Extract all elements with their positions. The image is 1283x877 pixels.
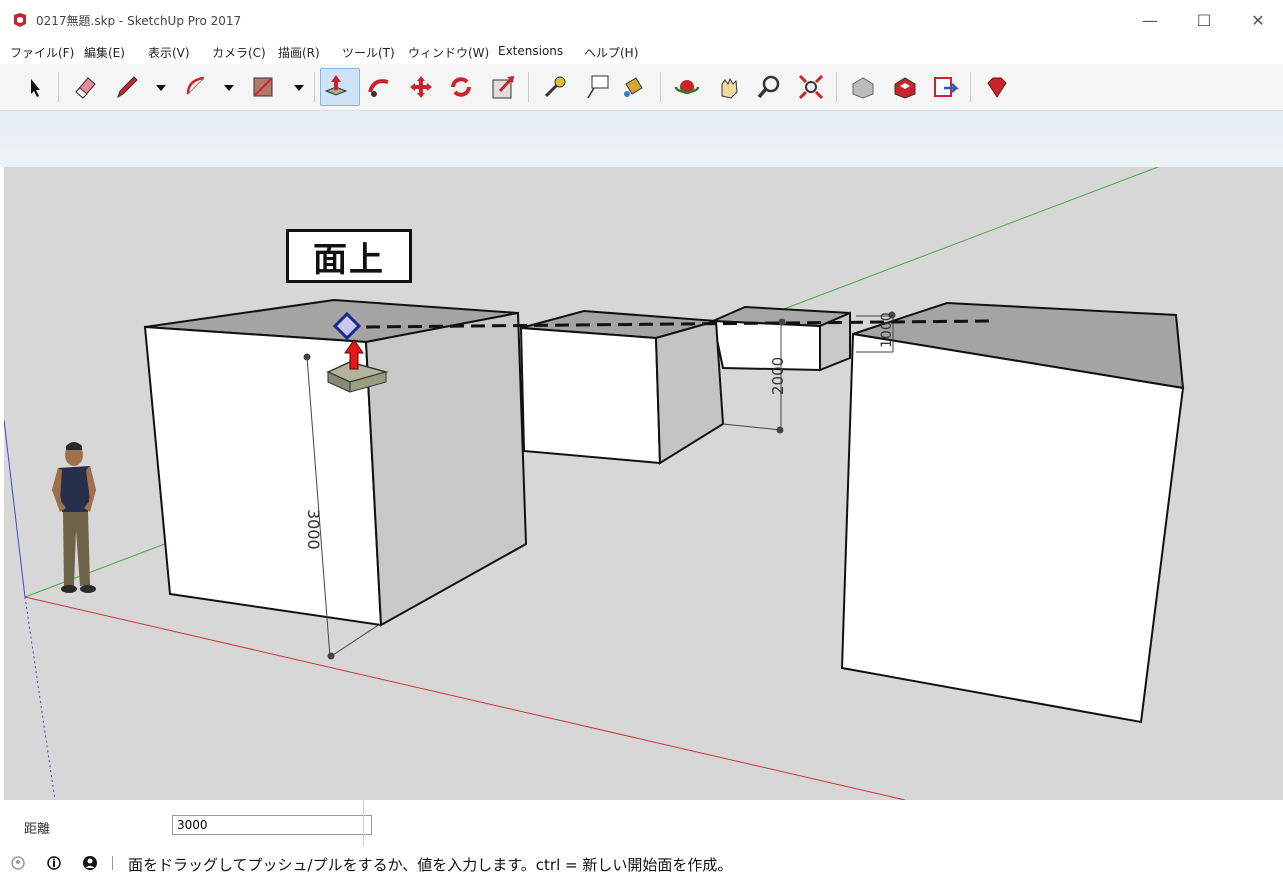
measurements-box: 距離 3000	[4, 800, 1283, 850]
inference-tooltip: 面上	[286, 229, 412, 283]
minimize-icon: —	[1142, 10, 1158, 30]
follow-me-tool-button[interactable]	[364, 72, 394, 102]
rectangle-tool-button[interactable]	[248, 72, 278, 102]
toolbar-separator	[528, 72, 529, 102]
viewport-canvas: 3000 2000 1000	[4, 167, 1185, 800]
title-bar: 0217無題.skp - SketchUp Pro 2017 — ☐ ✕	[0, 0, 1283, 40]
sketchup-app-icon	[14, 13, 26, 27]
toolbar	[0, 64, 1283, 111]
red-axis	[24, 596, 906, 800]
dimension-label-2000: 2000	[769, 357, 787, 395]
measurements-input[interactable]: 3000	[172, 815, 372, 835]
rotate-tool-button[interactable]	[446, 72, 476, 102]
box-front-left	[143, 298, 528, 627]
zoom-tool-button[interactable]	[754, 72, 784, 102]
dimension-label-1000: 1000	[879, 312, 895, 348]
move-tool-button[interactable]	[406, 72, 436, 102]
minimize-button[interactable]: —	[1130, 6, 1170, 34]
scenes-strip	[0, 111, 1283, 167]
maximize-icon: ☐	[1196, 10, 1212, 30]
blue-axis-negative	[24, 596, 56, 800]
zoom-extents-icon	[798, 74, 824, 100]
menu-tools[interactable]: ツール(T)	[342, 44, 395, 61]
scale-tool-button[interactable]	[488, 72, 518, 102]
scale-icon	[492, 75, 515, 99]
close-button[interactable]: ✕	[1238, 6, 1278, 34]
layout-icon	[934, 77, 960, 97]
3d-warehouse-icon	[852, 77, 874, 99]
ruby-console-button[interactable]	[982, 72, 1012, 102]
zoom-extents-tool-button[interactable]	[796, 72, 826, 102]
pencil-dropdown[interactable]	[146, 72, 166, 102]
orbit-tool-button[interactable]	[672, 72, 702, 102]
layout-button[interactable]	[930, 72, 960, 102]
toolbar-separator	[314, 72, 315, 102]
user-account-icon[interactable]	[82, 855, 98, 871]
measurements-separator	[363, 800, 364, 846]
push-pull-tool-button[interactable]	[320, 68, 360, 106]
box-middle	[519, 309, 725, 465]
model-viewport[interactable]: 3000 2000 1000 面上	[4, 167, 1283, 800]
status-divider	[112, 856, 113, 870]
orbit-icon	[674, 80, 700, 94]
extension-warehouse-button[interactable]	[890, 72, 920, 102]
menu-window[interactable]: ウィンドウ(W)	[408, 44, 489, 61]
select-tool-button[interactable]	[20, 72, 50, 102]
arc-dropdown[interactable]	[214, 72, 234, 102]
pencil-tool-button[interactable]	[112, 72, 142, 102]
text-icon	[587, 75, 609, 99]
status-bar: 面をドラッグしてプッシュ/プルをするか、値を入力します。ctrl = 新しい開始…	[0, 850, 1283, 877]
dimension-label-3000: 3000	[304, 509, 323, 550]
box-right	[840, 301, 1185, 724]
arc-tool-button[interactable]	[182, 72, 212, 102]
credits-icon[interactable]	[46, 855, 62, 871]
eraser-tool-button[interactable]	[70, 72, 100, 102]
follow-me-icon	[368, 79, 389, 97]
menu-draw[interactable]: 描画(R)	[278, 44, 320, 61]
rectangle-icon	[253, 77, 273, 97]
menu-help[interactable]: ヘルプ(H)	[584, 44, 638, 61]
push-pull-icon	[324, 75, 348, 96]
eraser-icon	[75, 77, 96, 99]
ruby-icon	[987, 77, 1007, 98]
zoom-icon	[757, 75, 780, 99]
menu-bar: ファイル(F) 編集(E) 表示(V) カメラ(C) 描画(R) ツール(T) …	[0, 40, 1283, 64]
menu-file[interactable]: ファイル(F)	[10, 44, 74, 61]
toolbar-separator	[836, 72, 837, 102]
measurements-label: 距離	[24, 822, 51, 837]
toolbar-separator	[58, 72, 59, 102]
chevron-down-icon	[156, 85, 166, 91]
paint-bucket-icon	[624, 77, 643, 97]
blue-axis	[4, 419, 26, 598]
maximize-button[interactable]: ☐	[1184, 6, 1224, 34]
status-message: 面をドラッグしてプッシュ/プルをするか、値を入力します。ctrl = 新しい開始…	[128, 856, 733, 874]
window-title: 0217無題.skp - SketchUp Pro 2017	[36, 14, 242, 28]
tape-measure-icon	[544, 76, 566, 98]
move-icon	[410, 76, 432, 98]
menu-extensions[interactable]: Extensions	[498, 44, 563, 58]
toolbar-separator	[660, 72, 661, 102]
3d-warehouse-button[interactable]	[848, 72, 878, 102]
chevron-down-icon	[224, 85, 234, 91]
menu-edit[interactable]: 編集(E)	[84, 44, 125, 61]
toolbar-separator	[970, 72, 971, 102]
pan-tool-button[interactable]	[714, 72, 744, 102]
close-icon: ✕	[1251, 10, 1265, 30]
scale-figure	[52, 442, 96, 593]
paint-bucket-tool-button[interactable]	[618, 72, 648, 102]
text-tool-button[interactable]	[582, 72, 612, 102]
menu-view[interactable]: 表示(V)	[148, 44, 190, 61]
rectangle-dropdown[interactable]	[284, 72, 304, 102]
arc-icon	[186, 76, 205, 95]
chevron-down-icon	[294, 85, 304, 91]
tape-measure-tool-button[interactable]	[540, 72, 570, 102]
select-icon	[31, 79, 40, 97]
rotate-icon	[451, 77, 471, 97]
menu-camera[interactable]: カメラ(C)	[212, 44, 266, 61]
extension-warehouse-icon	[894, 77, 916, 99]
geo-location-icon[interactable]	[10, 855, 26, 871]
pencil-icon	[117, 76, 138, 99]
pan-icon	[721, 77, 738, 99]
